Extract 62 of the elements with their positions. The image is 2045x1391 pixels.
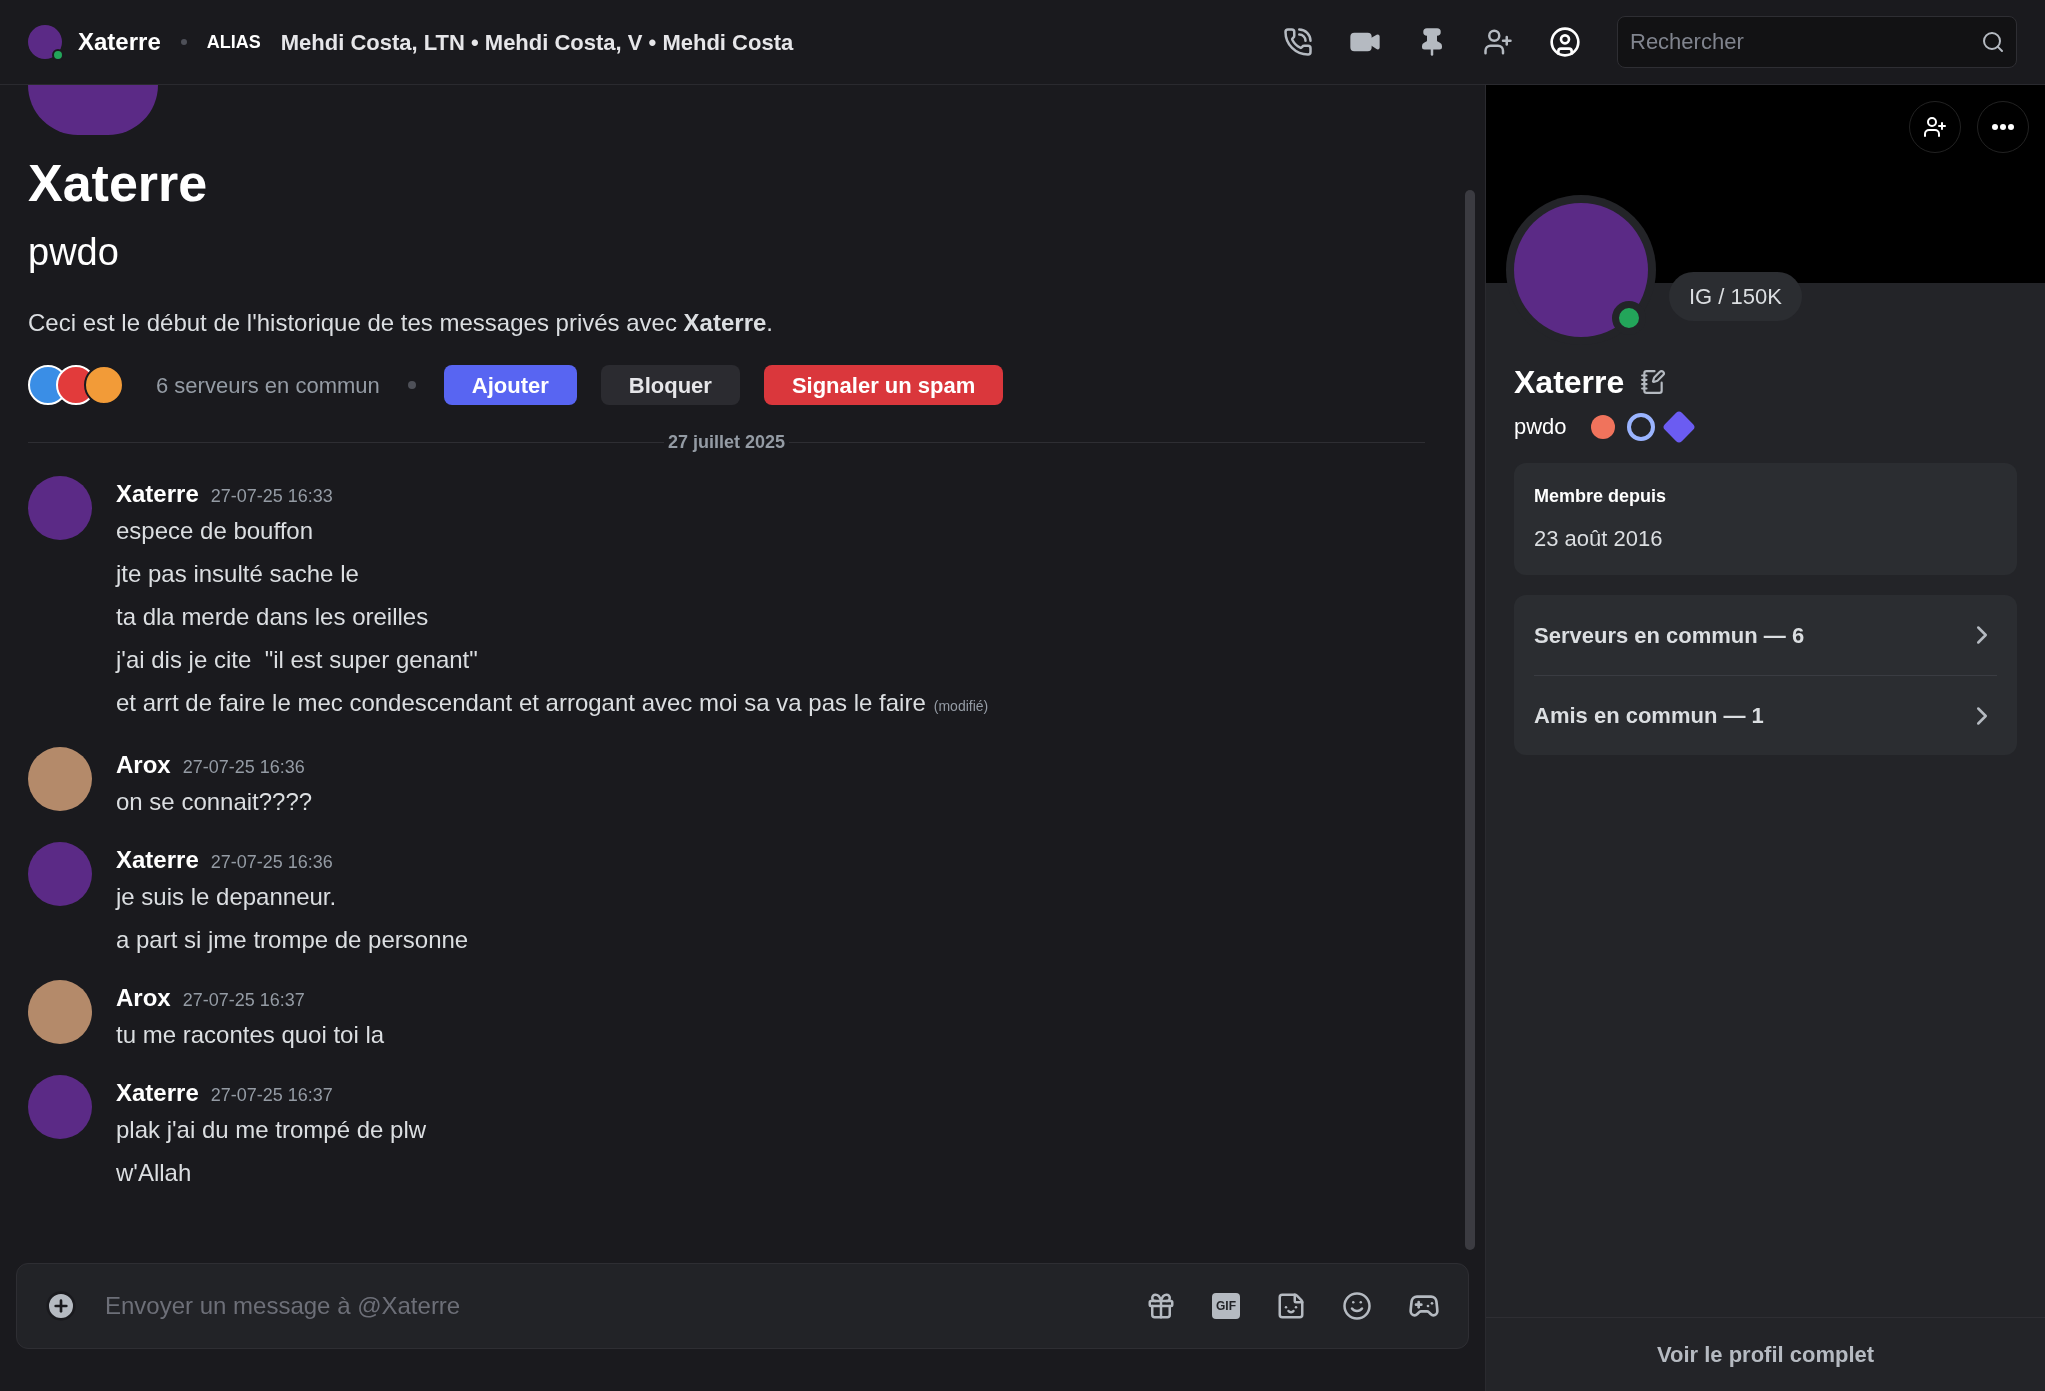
custom-status-bubble: IG / 150K xyxy=(1669,272,1802,321)
avatar-picture xyxy=(28,25,62,59)
message-text: plak j'ai du me trompé de plw xyxy=(116,1115,427,1145)
badge-icon xyxy=(1626,412,1655,441)
mutual-link[interactable]: Serveurs en commun — 6 xyxy=(1534,595,1997,675)
view-full-profile-link[interactable]: Voir le profil complet xyxy=(1486,1317,2045,1391)
phone-call-icon[interactable] xyxy=(1283,27,1313,57)
message-author[interactable]: Arox xyxy=(116,747,171,783)
search-icon xyxy=(1981,30,2005,54)
dm-title: Xaterre xyxy=(28,153,209,214)
message-text: je suis le depanneur. xyxy=(116,882,337,912)
message-author[interactable]: Xaterre xyxy=(116,1075,199,1111)
message-text: on se connait???? xyxy=(116,787,313,817)
profile-username: pwdo xyxy=(1514,413,1567,441)
message-timestamp: 27-07-25 16:37 xyxy=(182,989,305,1012)
message-text: jte pas insulté sache le xyxy=(116,559,359,589)
dm-username: pwdo xyxy=(28,230,120,275)
user-profile-icon[interactable] xyxy=(1549,26,1581,58)
emoji-icon[interactable] xyxy=(1342,1291,1372,1321)
gif-button[interactable]: GIF xyxy=(1212,1293,1240,1319)
message-author[interactable]: Xaterre xyxy=(116,842,199,878)
member-since-label: Membre depuis xyxy=(1534,485,1668,508)
search-field[interactable]: Rechercher xyxy=(1617,16,2017,68)
server-logo-icon xyxy=(84,365,124,405)
channel-name: Xaterre xyxy=(78,27,161,57)
gift-icon[interactable] xyxy=(1146,1291,1176,1321)
mutual-servers-count: 6 serveurs en commun xyxy=(156,371,380,400)
action-button[interactable]: Signaler un spam xyxy=(763,365,1004,405)
message-text: w'Allah xyxy=(116,1158,192,1188)
note-icon[interactable] xyxy=(1640,369,1667,395)
badge-icon xyxy=(1590,414,1615,439)
add-friend-icon[interactable] xyxy=(1483,27,1513,57)
message-timestamp: 27-07-25 16:37 xyxy=(210,1084,333,1107)
dm-intro-text: Ceci est le début de l'historique de tes messages privés avec Xaterre. xyxy=(28,308,774,338)
alias-list: Mehdi Costa, LTN • Mehdi Costa, V • Mehdi Costa xyxy=(280,25,794,59)
message-field[interactable]: Envoyer un message à @Xaterre GIF xyxy=(16,1263,1469,1349)
message-author[interactable]: Arox xyxy=(116,980,171,1016)
more-options-button[interactable] xyxy=(1977,101,2029,153)
action-button[interactable]: Ajouter xyxy=(443,365,577,405)
message-text: et arrt de faire le mec condescendant et arrogant avec moi sa va pas le faire xyxy=(116,688,926,718)
mutual-link[interactable]: Amis en commun — 1 xyxy=(1534,675,1997,755)
action-button[interactable]: Bloquer xyxy=(600,365,740,405)
sticker-icon[interactable] xyxy=(1276,1291,1306,1321)
add-friend-button[interactable] xyxy=(1909,101,1961,153)
message-text: a part si jme trompe de personne xyxy=(116,925,469,955)
message-text: ta dla merde dans les oreilles xyxy=(116,602,429,632)
edited-label: (modifié) xyxy=(933,697,989,716)
message-text: j'ai dis je cite "il est super genant" xyxy=(116,645,478,675)
date-divider: 27 juillet 2025 xyxy=(666,431,787,454)
message-input[interactable]: Envoyer un message à @Xaterre xyxy=(105,1288,1146,1324)
profile-name: Xaterre xyxy=(1514,363,1625,402)
message-text: espece de bouffon xyxy=(116,516,314,546)
more-icon xyxy=(1992,124,2014,130)
message-text: tu me racontes quoi toi la xyxy=(116,1020,385,1050)
message-timestamp: 27-07-25 16:36 xyxy=(210,851,333,874)
add-attachment-icon[interactable] xyxy=(45,1290,77,1322)
alias-label: ALIAS xyxy=(206,30,261,54)
add-friend-icon xyxy=(1923,115,1947,139)
message-author[interactable]: Xaterre xyxy=(116,476,199,512)
member-since-date: 23 août 2016 xyxy=(1534,525,1664,553)
message-timestamp: 27-07-25 16:36 xyxy=(182,756,305,779)
message-timestamp: 27-07-25 16:33 xyxy=(210,485,333,508)
